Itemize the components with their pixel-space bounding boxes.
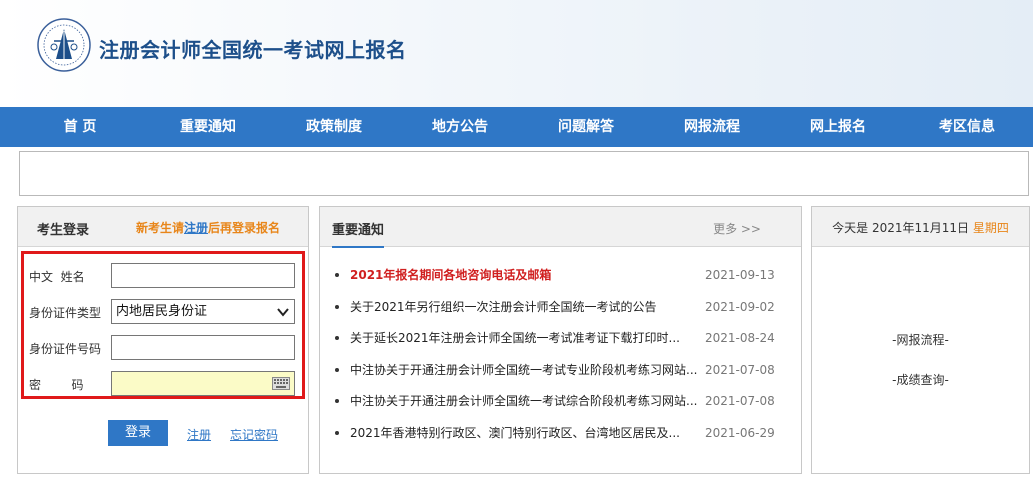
news-title[interactable]: 2021年报名期间各地咨询电话及邮箱 — [350, 265, 700, 285]
list-item[interactable]: 2021年报名期间各地咨询电话及邮箱 2021-09-13 — [335, 265, 795, 297]
id-type-label: 身份证件类型 — [29, 306, 102, 320]
nav-item-exam-area[interactable]: 考区信息 — [929, 107, 1005, 147]
list-item[interactable]: 中注协关于开通注册会计师全国统一考试专业阶段机考练习网站... 2021-07-… — [335, 360, 795, 392]
site-header: 注册会计师全国统一考试网上报名 — [0, 0, 1033, 107]
login-form-highlight: 中文 姓名 身份证件类型 内地居民身份证 身份证件号码 密 码 — [21, 251, 305, 399]
chevron-down-icon — [277, 308, 289, 317]
news-title[interactable]: 中注协关于开通注册会计师全国统一考试综合阶段机考练习网站... — [350, 391, 700, 411]
nav-item-local-notice[interactable]: 地方公告 — [422, 107, 498, 147]
login-panel-header: 考生登录 新考生请注册后再登录报名 — [18, 207, 308, 247]
list-item[interactable]: 2021年香港特别行政区、澳门特别行政区、台湾地区居民及... 2021-06-… — [335, 423, 795, 455]
id-number-input[interactable] — [111, 335, 295, 360]
today-date: 今天是 2021年11月11日 星期四 — [812, 219, 1029, 236]
register-hint-link[interactable]: 注册 — [184, 221, 208, 235]
forgot-password-link[interactable]: 忘记密码 — [230, 426, 278, 443]
notice-panel: 重要通知 更多 >> 2021年报名期间各地咨询电话及邮箱 2021-09-13… — [319, 206, 802, 474]
news-date: 2021-06-29 — [705, 425, 775, 440]
password-input[interactable] — [111, 371, 295, 396]
id-type-value: 内地居民身份证 — [116, 304, 208, 319]
info-panel-header: 今天是 2021年11月11日 星期四 — [812, 207, 1029, 247]
news-date: 2021-07-08 — [705, 362, 775, 377]
bullet-icon — [335, 367, 339, 372]
news-title[interactable]: 关于延长2021年注册会计师全国统一考试准考证下载打印时... — [350, 328, 700, 348]
process-link[interactable]: -网报流程- — [812, 331, 1029, 348]
today-weekday: 星期四 — [972, 221, 1009, 235]
main-nav: 首 页 重要通知 政策制度 地方公告 问题解答 网报流程 网上报名 考区信息 — [0, 107, 1033, 147]
register-link[interactable]: 注册 — [187, 426, 211, 443]
news-date: 2021-09-13 — [705, 268, 775, 282]
notice-more-link[interactable]: 更多 >> — [713, 220, 761, 237]
login-button[interactable]: 登录 — [108, 420, 168, 446]
name-input[interactable] — [111, 263, 295, 288]
bullet-icon — [335, 336, 339, 340]
register-hint-prefix: 新考生请 — [136, 221, 185, 235]
notice-title: 重要通知 — [332, 219, 385, 248]
notice-panel-header: 重要通知 更多 >> — [320, 207, 801, 248]
bullet-icon — [335, 304, 339, 309]
list-item[interactable]: 中注协关于开通注册会计师全国统一考试综合阶段机考练习网站... 2021-07-… — [335, 391, 795, 423]
register-hint-suffix: 后再登录报名 — [208, 221, 281, 235]
id-number-label: 身份证件号码 — [29, 342, 102, 356]
login-panel: 考生登录 新考生请注册后再登录报名 中文 姓名 身份证件类型 内地居民身份证 身… — [17, 206, 309, 474]
nav-item-online-signup[interactable]: 网上报名 — [800, 107, 876, 147]
bullet-icon — [335, 273, 339, 277]
nav-item-notices[interactable]: 重要通知 — [170, 107, 246, 147]
news-date: 2021-08-24 — [705, 331, 775, 345]
list-item[interactable]: 关于2021年另行组织一次注册会计师全国统一考试的公告 2021-09-02 — [335, 297, 795, 329]
info-panel: 今天是 2021年11月11日 星期四 -网报流程- -成绩查询- — [811, 206, 1030, 474]
list-item[interactable]: 关于延长2021年注册会计师全国统一考试准考证下载打印时... 2021-08-… — [335, 328, 795, 360]
news-date: 2021-09-02 — [705, 299, 775, 314]
bullet-icon — [335, 430, 339, 435]
login-title: 考生登录 — [37, 223, 90, 238]
news-title[interactable]: 2021年香港特别行政区、澳门特别行政区、台湾地区居民及... — [350, 423, 700, 443]
bullet-icon — [335, 399, 339, 403]
nav-item-faq[interactable]: 问题解答 — [548, 107, 624, 147]
news-date: 2021-07-08 — [705, 394, 775, 408]
nav-item-process[interactable]: 网报流程 — [674, 107, 750, 147]
nav-item-home[interactable]: 首 页 — [45, 107, 115, 147]
name-label: 中文 姓名 — [29, 270, 85, 284]
score-query-link[interactable]: -成绩查询- — [812, 371, 1029, 388]
nav-item-policy[interactable]: 政策制度 — [296, 107, 372, 147]
cicpa-logo-icon — [37, 18, 91, 72]
banner-box — [19, 151, 1029, 196]
news-title[interactable]: 中注协关于开通注册会计师全国统一考试专业阶段机考练习网站... — [350, 360, 700, 380]
register-hint: 新考生请注册后再登录报名 — [136, 219, 280, 236]
site-title: 注册会计师全国统一考试网上报名 — [99, 38, 407, 62]
news-title[interactable]: 关于2021年另行组织一次注册会计师全国统一考试的公告 — [350, 297, 700, 317]
password-label: 密 码 — [29, 378, 84, 392]
keyboard-icon[interactable] — [272, 377, 290, 390]
notice-list: 2021年报名期间各地咨询电话及邮箱 2021-09-13 关于2021年另行组… — [335, 265, 795, 454]
id-type-select[interactable]: 内地居民身份证 — [111, 299, 295, 324]
today-date-text: 今天是 2021年11月11日 — [832, 221, 973, 235]
